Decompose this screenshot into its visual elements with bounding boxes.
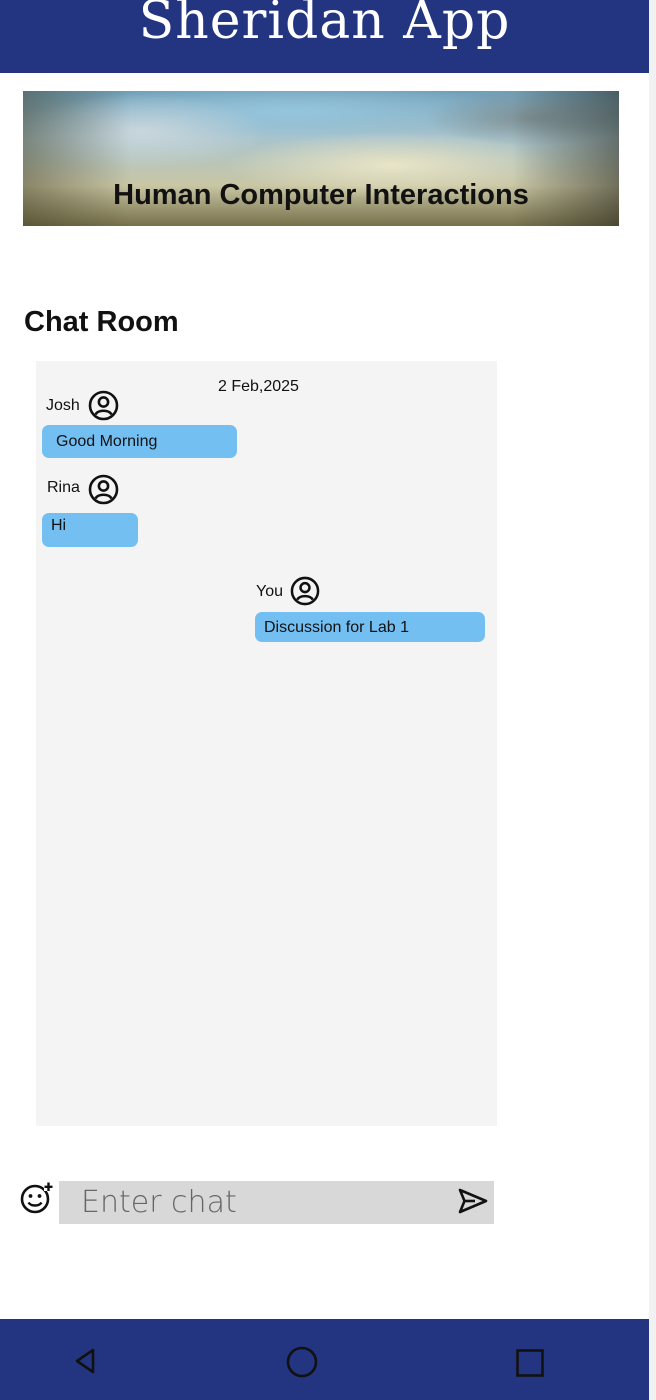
message-bubble[interactable]: Hi bbox=[42, 513, 138, 547]
send-icon[interactable] bbox=[456, 1186, 490, 1216]
home-circle-icon[interactable] bbox=[285, 1345, 319, 1379]
app-title: Sheridan App bbox=[138, 0, 511, 51]
user-avatar-icon bbox=[88, 474, 119, 505]
message-sender-you: You bbox=[256, 583, 283, 600]
message-bubble[interactable]: Good Morning bbox=[42, 425, 237, 458]
user-avatar-icon bbox=[290, 576, 320, 606]
system-navigation-bar bbox=[0, 1319, 649, 1400]
chat-room-title: Chat Room bbox=[24, 306, 179, 338]
message-sender-rina: Rina bbox=[47, 479, 80, 496]
message-sender-josh: Josh bbox=[46, 397, 80, 414]
chat-date: 2 Feb,2025 bbox=[218, 378, 299, 395]
course-banner: Human Computer Interactions bbox=[23, 91, 619, 226]
recents-square-icon[interactable] bbox=[514, 1347, 546, 1379]
banner-title: Human Computer Interactions bbox=[113, 179, 529, 211]
app-header: Sheridan App bbox=[0, 0, 649, 73]
user-avatar-icon bbox=[88, 390, 119, 421]
back-triangle-icon[interactable] bbox=[72, 1346, 100, 1376]
message-bubble[interactable]: Discussion for Lab 1 bbox=[255, 612, 485, 642]
screen-edge-strip bbox=[649, 0, 656, 1400]
emoji-add-icon[interactable] bbox=[18, 1180, 54, 1216]
chat-input[interactable] bbox=[59, 1181, 444, 1224]
chat-input-bar bbox=[59, 1181, 494, 1224]
